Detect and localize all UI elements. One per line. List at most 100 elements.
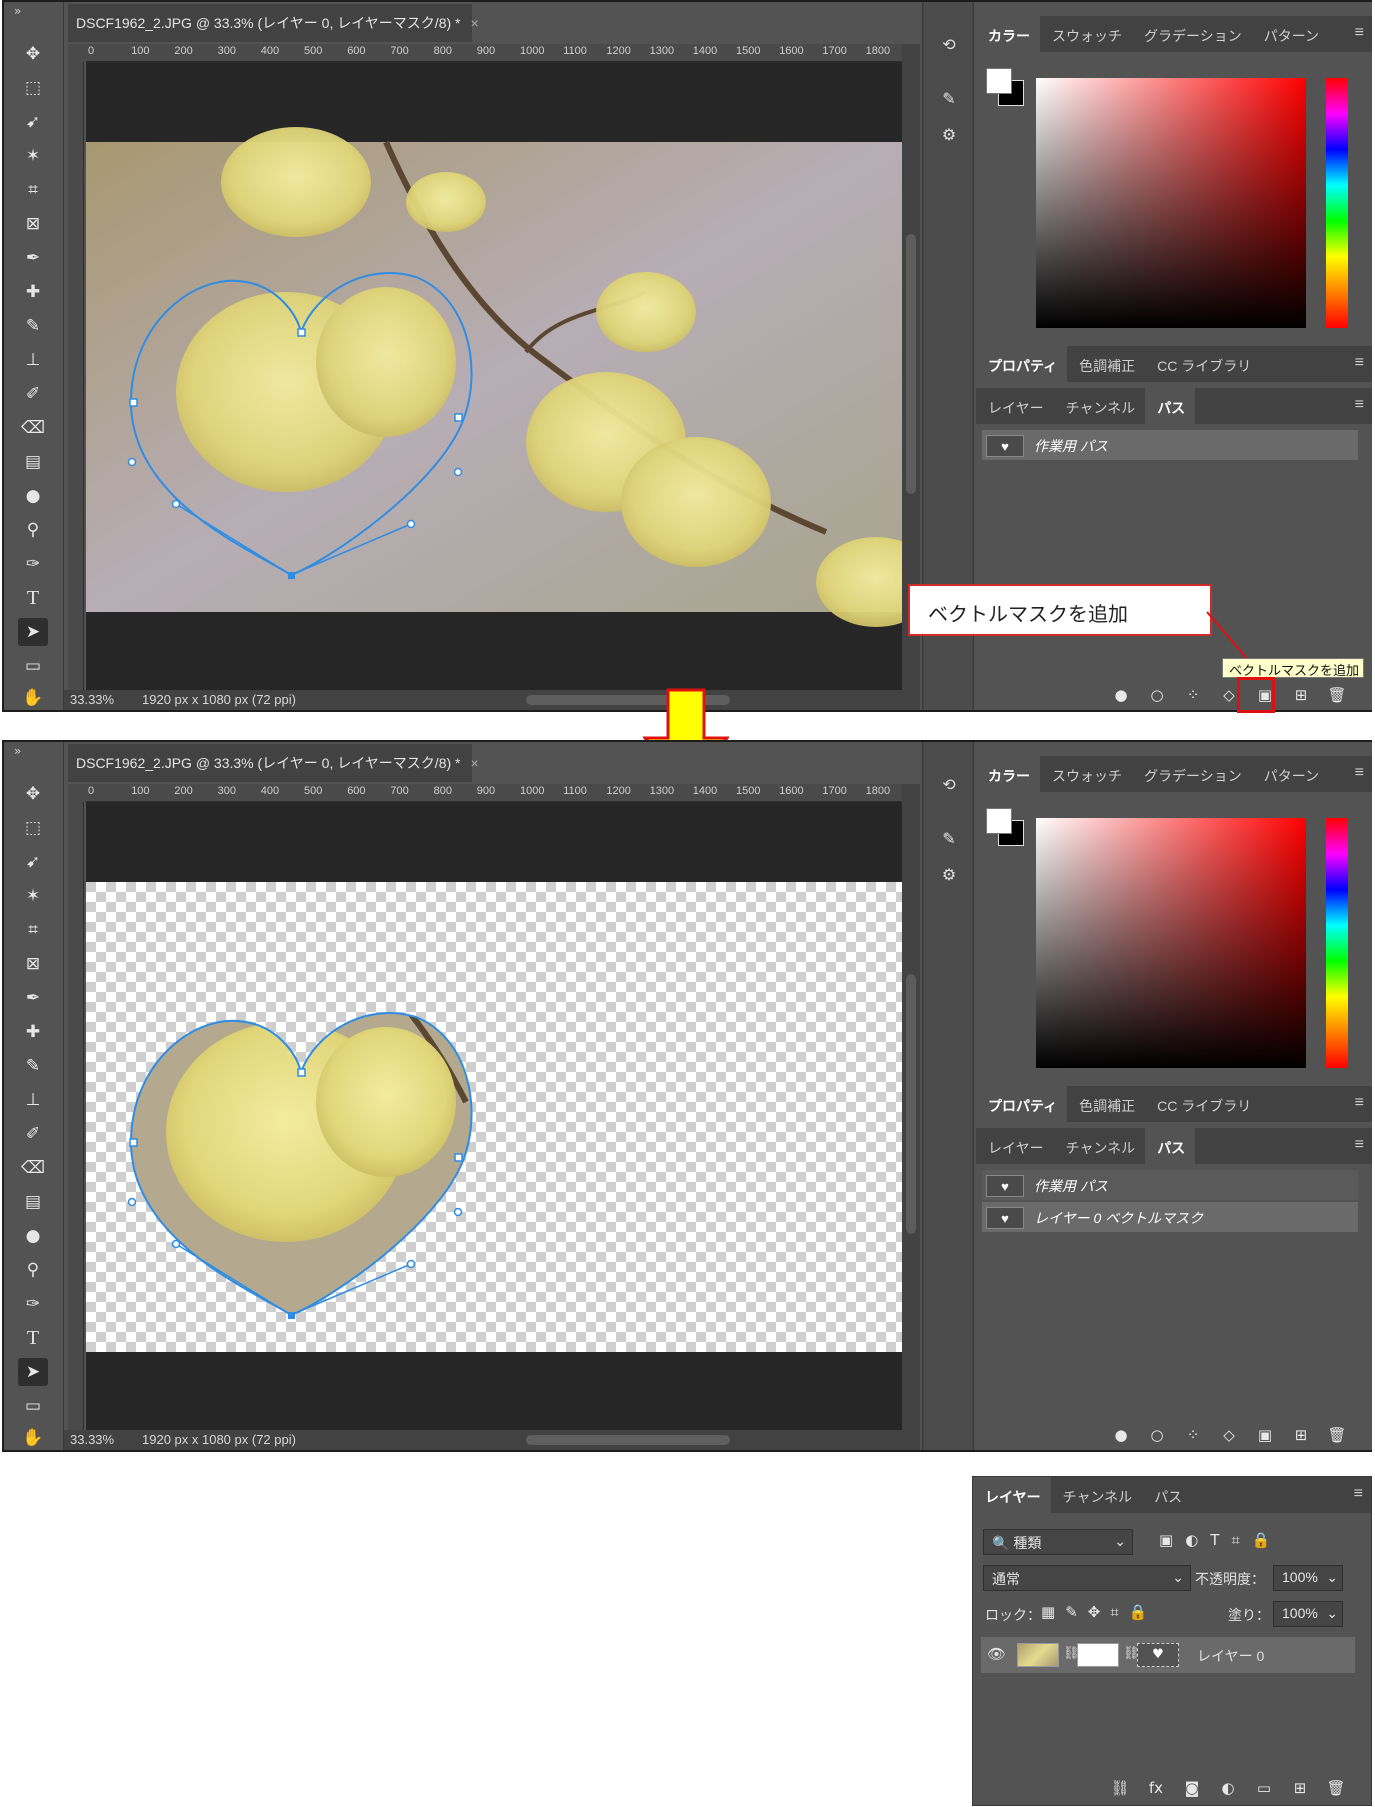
panel-menu-icon[interactable]: ≡ [1354, 1485, 1363, 1503]
path-selection-tool-icon[interactable]: ➤ [18, 618, 48, 646]
paths-tab-1[interactable]: チャンネル [1054, 1128, 1146, 1164]
rectangle-tool-icon[interactable]: ▭ [18, 1392, 48, 1420]
fx-icon[interactable]: fx [1145, 1779, 1167, 1797]
add-vector-mask-icon[interactable]: ▣ [1254, 1426, 1276, 1444]
foreground-color-swatch[interactable] [986, 808, 1012, 834]
delete-path-icon[interactable]: 🗑 [1326, 686, 1348, 704]
opacity-input[interactable]: 100% ⌄ [1273, 1565, 1343, 1591]
saturation-field[interactable] [1036, 818, 1306, 1068]
color-tab-3[interactable]: パターン [1252, 16, 1329, 52]
layers-tab-2[interactable]: パス [1142, 1477, 1192, 1513]
paths-tab-0[interactable]: レイヤー [976, 388, 1054, 424]
pixel-filter-icon[interactable]: ▣ [1159, 1531, 1173, 1549]
document-canvas[interactable] [86, 62, 902, 690]
hue-slider[interactable] [1326, 78, 1348, 328]
lock-artboard-icon[interactable]: ⌗ [1110, 1603, 1118, 1621]
panel-menu-icon[interactable]: ≡ [1355, 1094, 1364, 1112]
lasso-tool-icon[interactable]: ➹ [18, 848, 48, 876]
frame-tool-icon[interactable]: ⊠ [18, 950, 48, 978]
frame-tool-icon[interactable]: ⊠ [18, 210, 48, 238]
props-tab-0[interactable]: プロパティ [976, 1086, 1068, 1122]
document-tab[interactable]: DSCF1962_2.JPG @ 33.3% (レイヤー 0, レイヤーマスク/… [68, 4, 479, 42]
color-tab-1[interactable]: スウォッチ [1040, 16, 1132, 52]
props-tab-2[interactable]: CC ライブラリ [1145, 346, 1261, 382]
magic-wand-tool-icon[interactable]: ✶ [18, 142, 48, 170]
adjustment-layer-icon[interactable]: ◐ [1217, 1779, 1239, 1797]
hand-tool-icon[interactable]: ✋ [18, 684, 48, 712]
eyedropper-tool-icon[interactable]: ✒ [18, 984, 48, 1012]
history-brush-tool-icon[interactable]: ✐ [18, 380, 48, 408]
brush-tool-icon[interactable]: ✎ [18, 1052, 48, 1080]
horizontal-scrollbar[interactable] [526, 1435, 730, 1445]
document-tab[interactable]: DSCF1962_2.JPG @ 33.3% (レイヤー 0, レイヤーマスク/… [68, 744, 479, 782]
hand-tool-icon[interactable]: ✋ [18, 1424, 48, 1452]
lock-transparency-icon[interactable]: ▦ [1041, 1603, 1055, 1621]
load-selection-icon[interactable]: ⁘ [1182, 1426, 1204, 1444]
brush-tool-icon[interactable]: ✎ [18, 312, 48, 340]
crop-tool-icon[interactable]: ⌗ [18, 176, 48, 204]
blend-mode-select[interactable]: 通常 ⌄ [983, 1565, 1191, 1591]
panel-collapse-icon[interactable]: » [14, 744, 21, 758]
saturation-field[interactable] [1036, 78, 1306, 328]
gradient-tool-icon[interactable]: ▤ [18, 448, 48, 476]
path-selection-tool-icon[interactable]: ➤ [18, 1358, 48, 1386]
color-tab-0[interactable]: カラー [976, 16, 1040, 52]
props-tab-0[interactable]: プロパティ [976, 346, 1068, 382]
lock-all-icon[interactable]: 🔒 [1129, 1603, 1148, 1621]
healing-brush-tool-icon[interactable]: ✚ [18, 1018, 48, 1046]
lasso-tool-icon[interactable]: ➹ [18, 108, 48, 136]
marquee-tool-icon[interactable]: ⬚ [18, 74, 48, 102]
move-tool-icon[interactable]: ✥ [18, 40, 48, 68]
stroke-path-icon[interactable]: ○ [1146, 1426, 1168, 1444]
adjustment-filter-icon[interactable]: ◐ [1185, 1531, 1198, 1549]
new-layer-icon[interactable]: ⊞ [1289, 1779, 1311, 1797]
paths-tab-2[interactable]: パス [1145, 1128, 1196, 1164]
panel-collapse-icon[interactable]: » [14, 4, 21, 18]
marquee-tool-icon[interactable]: ⬚ [18, 814, 48, 842]
panel-menu-icon[interactable]: ≡ [1355, 396, 1364, 414]
shape-filter-icon[interactable]: ⌗ [1231, 1531, 1239, 1549]
close-tab-icon[interactable]: × [470, 15, 478, 31]
paths-tab-0[interactable]: レイヤー [976, 1128, 1054, 1164]
layer-row[interactable]: 👁 ⛓ ⛓ ♥ レイヤー 0 [981, 1637, 1355, 1673]
color-picker[interactable] [976, 792, 1372, 1092]
new-group-icon[interactable]: ▭ [1253, 1779, 1275, 1797]
history-panel-icon[interactable]: ⟲ [935, 770, 963, 798]
path-row-vector-mask[interactable]: ♥ レイヤー 0 ベクトルマスク [982, 1202, 1358, 1232]
paths-tab-1[interactable]: チャンネル [1054, 388, 1146, 424]
history-brush-tool-icon[interactable]: ✐ [18, 1120, 48, 1148]
vector-mask-thumbnail[interactable]: ♥ [1137, 1643, 1179, 1667]
paths-tab-2[interactable]: パス [1145, 388, 1196, 424]
new-path-icon[interactable]: ⊞ [1290, 1426, 1312, 1444]
zoom-level[interactable]: 33.33% [70, 1432, 114, 1447]
fill-path-icon[interactable]: ● [1110, 686, 1132, 704]
type-tool-icon[interactable]: T [18, 584, 48, 612]
dodge-tool-icon[interactable]: ⚲ [18, 516, 48, 544]
pen-tool-icon[interactable]: ✑ [18, 550, 48, 578]
path-row-working[interactable]: ♥ 作業用 パス [982, 430, 1358, 460]
adjust-sliders-icon[interactable]: ⚙ [935, 860, 963, 888]
panel-menu-icon[interactable]: ≡ [1355, 354, 1364, 372]
lock-position-icon[interactable]: ✥ [1088, 1603, 1101, 1621]
adjust-sliders-icon[interactable]: ⚙ [935, 120, 963, 148]
type-tool-icon[interactable]: T [18, 1324, 48, 1352]
brush-settings-icon[interactable]: ✎ [935, 84, 963, 112]
add-mask-icon[interactable]: ◙ [1181, 1779, 1203, 1797]
blur-tool-icon[interactable]: ● [18, 482, 48, 510]
clone-stamp-tool-icon[interactable]: ⊥ [18, 346, 48, 374]
magic-wand-tool-icon[interactable]: ✶ [18, 882, 48, 910]
layers-tab-0[interactable]: レイヤー [973, 1477, 1051, 1513]
fill-path-icon[interactable]: ● [1110, 1426, 1132, 1444]
fill-input[interactable]: 100% ⌄ [1273, 1601, 1343, 1627]
crop-tool-icon[interactable]: ⌗ [18, 916, 48, 944]
color-tab-2[interactable]: グラデーション [1132, 16, 1252, 52]
stroke-path-icon[interactable]: ○ [1146, 686, 1168, 704]
visibility-eye-icon[interactable]: 👁 [987, 1645, 1006, 1663]
load-selection-icon[interactable]: ⁘ [1182, 686, 1204, 704]
new-path-icon[interactable]: ⊞ [1290, 686, 1312, 704]
color-picker[interactable] [976, 52, 1372, 352]
color-tab-3[interactable]: パターン [1252, 756, 1329, 792]
rectangle-tool-icon[interactable]: ▭ [18, 652, 48, 680]
make-work-path-icon[interactable]: ◇ [1218, 1426, 1240, 1444]
zoom-level[interactable]: 33.33% [70, 692, 114, 707]
